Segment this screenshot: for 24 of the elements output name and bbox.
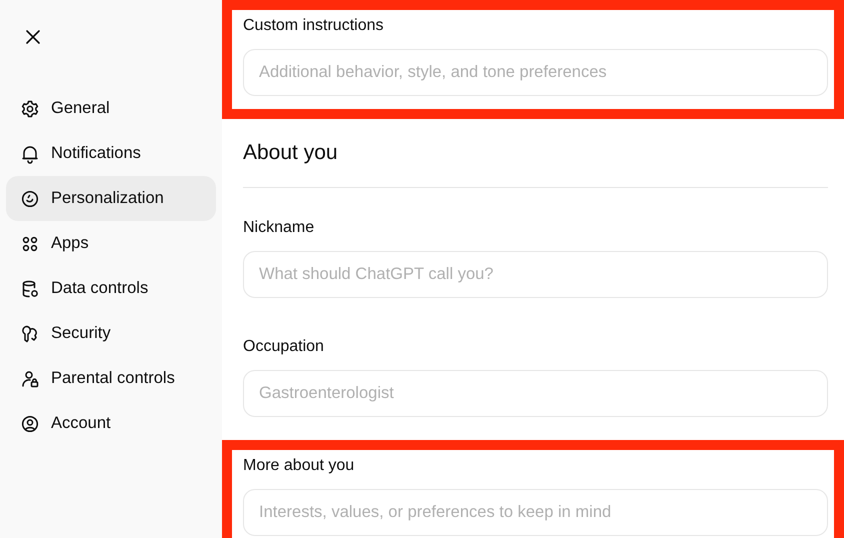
sidebar-item[interactable]: Notifications <box>6 131 216 176</box>
section-heading: About you <box>243 135 828 188</box>
input-field[interactable]: Gastroenterologist <box>243 370 828 417</box>
field-label: Custom instructions <box>243 16 384 36</box>
person-circle-icon <box>20 414 40 434</box>
bell-icon <box>20 144 40 164</box>
field-label: More about you <box>243 456 356 476</box>
sidebar-item[interactable]: Apps <box>6 221 216 266</box>
field-label: Occupation <box>243 337 325 357</box>
person-lock-icon <box>20 368 40 388</box>
input-field[interactable]: What should ChatGPT call you? <box>243 251 828 298</box>
smile-icon <box>20 188 40 208</box>
sidebar-item[interactable]: General <box>6 86 216 131</box>
sidebar-item[interactable]: Account <box>6 401 216 446</box>
sidebar-item[interactable]: Security <box>6 311 216 356</box>
sidebar-item[interactable]: Parental controls <box>6 356 216 401</box>
input-field[interactable]: Interests, values, or preferences to keep in mind <box>243 489 828 536</box>
field-label: Nickname <box>243 218 316 238</box>
sidebar-item[interactable]: Personalization <box>6 176 216 221</box>
sidebar-item[interactable]: Data controls <box>6 266 216 311</box>
gear-icon <box>20 98 40 118</box>
database-icon <box>20 278 40 298</box>
input-field[interactable]: Additional behavior, style, and tone preferences <box>243 49 828 96</box>
key-icon <box>20 324 40 344</box>
